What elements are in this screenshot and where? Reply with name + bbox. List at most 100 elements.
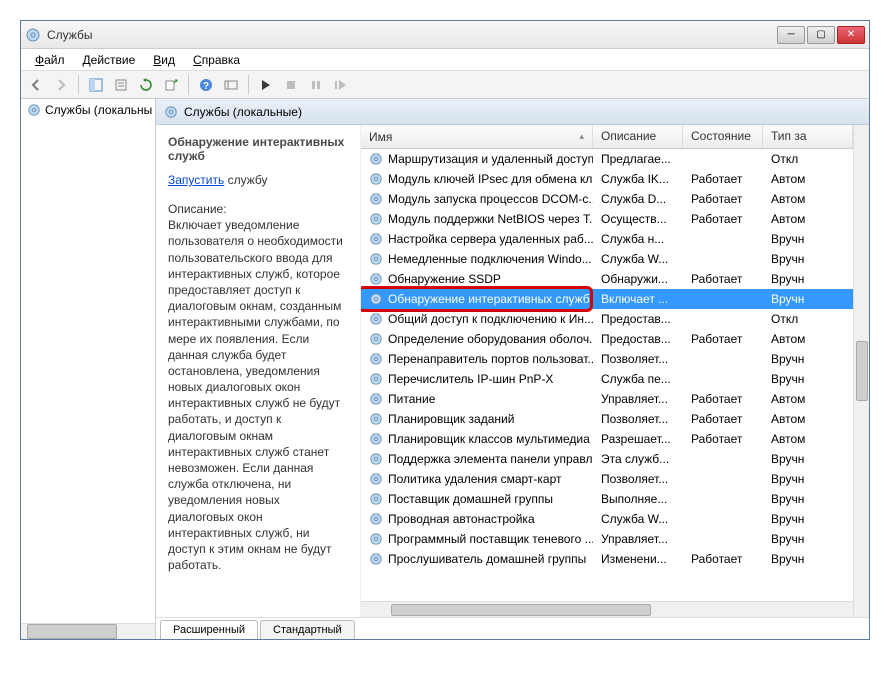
list-vscrollbar[interactable] bbox=[853, 125, 869, 617]
service-row[interactable]: Перенаправитель портов пользоват...Позво… bbox=[361, 349, 853, 369]
service-row[interactable]: Настройка сервера удаленных раб...Служба… bbox=[361, 229, 853, 249]
service-type-cell: Автом bbox=[763, 410, 853, 428]
service-row[interactable]: Общий доступ к подключению к Ин...Предос… bbox=[361, 309, 853, 329]
service-row[interactable]: Поддержка элемента панели управл...Эта с… bbox=[361, 449, 853, 469]
service-state-cell bbox=[683, 537, 763, 541]
details-button[interactable] bbox=[220, 74, 242, 96]
service-name-cell: Модуль ключей IPsec для обмена кл... bbox=[361, 170, 593, 188]
titlebar[interactable]: Службы ─ ▢ ✕ bbox=[21, 21, 869, 49]
toolbar: ? bbox=[21, 71, 869, 99]
service-row[interactable]: Прослушиватель домашней группыИзменени..… bbox=[361, 549, 853, 569]
services-window: Службы ─ ▢ ✕ Файл Действие Вид Справка ? bbox=[20, 20, 870, 640]
service-name-cell: Поставщик домашней группы bbox=[361, 490, 593, 508]
column-name[interactable]: Имя▴ bbox=[361, 125, 593, 148]
services-icon bbox=[164, 105, 178, 119]
service-type-cell: Вручн bbox=[763, 490, 853, 508]
service-name-cell: Перечислитель IP-шин PnP-X bbox=[361, 370, 593, 388]
service-row[interactable]: Обнаружение интерактивных службВключает … bbox=[361, 289, 853, 309]
menu-help[interactable]: Справка bbox=[185, 51, 248, 69]
service-row[interactable]: Политика удаления смарт-картПозволяет...… bbox=[361, 469, 853, 489]
scrollbar-thumb[interactable] bbox=[391, 604, 651, 616]
column-description[interactable]: Описание bbox=[593, 125, 683, 148]
service-type-cell: Автом bbox=[763, 170, 853, 188]
refresh-button[interactable] bbox=[135, 74, 157, 96]
service-type-cell: Вручн bbox=[763, 470, 853, 488]
service-row[interactable]: Немедленные подключения Windo...Служба W… bbox=[361, 249, 853, 269]
start-service-link[interactable]: Запустить bbox=[168, 173, 224, 187]
service-row[interactable]: Обнаружение SSDPОбнаружи...РаботаетВручн bbox=[361, 269, 853, 289]
service-row[interactable]: Модуль запуска процессов DCOM-с...Служба… bbox=[361, 189, 853, 209]
service-row[interactable]: Поставщик домашней группыВыполняе...Вруч… bbox=[361, 489, 853, 509]
restart-service-button[interactable] bbox=[330, 74, 352, 96]
scrollbar-thumb[interactable] bbox=[856, 341, 868, 401]
service-rows: Маршрутизация и удаленный доступПредлага… bbox=[361, 149, 853, 601]
service-desc-cell: Разрешает... bbox=[593, 430, 683, 448]
service-state-cell bbox=[683, 257, 763, 261]
service-row[interactable]: Модуль ключей IPsec для обмена кл...Служ… bbox=[361, 169, 853, 189]
close-button[interactable]: ✕ bbox=[837, 26, 865, 44]
service-row[interactable]: Модуль поддержки NetBIOS через T...Осуще… bbox=[361, 209, 853, 229]
service-name-cell: Поддержка элемента панели управл... bbox=[361, 450, 593, 468]
menu-view[interactable]: Вид bbox=[145, 51, 183, 69]
service-row[interactable]: Планировщик классов мультимедиаРазрешает… bbox=[361, 429, 853, 449]
service-state-cell: Работает bbox=[683, 270, 763, 288]
properties-button[interactable] bbox=[110, 74, 132, 96]
column-state[interactable]: Состояние bbox=[683, 125, 763, 148]
maximize-button[interactable]: ▢ bbox=[807, 26, 835, 44]
export-button[interactable] bbox=[160, 74, 182, 96]
service-state-cell: Работает bbox=[683, 410, 763, 428]
tree-root-label: Службы (локальны bbox=[45, 103, 152, 117]
service-row[interactable]: Планировщик заданийПозволяет...РаботаетА… bbox=[361, 409, 853, 429]
service-row[interactable]: Проводная автонастройкаСлужба W...Вручн bbox=[361, 509, 853, 529]
tree-root-item[interactable]: Службы (локальны bbox=[21, 99, 155, 121]
service-state-cell: Работает bbox=[683, 210, 763, 228]
services-icon bbox=[25, 27, 41, 43]
service-type-cell: Автом bbox=[763, 210, 853, 228]
menu-file[interactable]: Файл bbox=[27, 51, 73, 69]
service-row[interactable]: ПитаниеУправляет...РаботаетАвтом bbox=[361, 389, 853, 409]
start-service-button[interactable] bbox=[255, 74, 277, 96]
svg-text:?: ? bbox=[203, 81, 209, 92]
service-row[interactable]: Маршрутизация и удаленный доступПредлага… bbox=[361, 149, 853, 169]
services-icon bbox=[27, 103, 41, 117]
service-name-cell: Планировщик заданий bbox=[361, 410, 593, 428]
back-button[interactable] bbox=[25, 74, 47, 96]
menu-action[interactable]: Действие bbox=[75, 51, 144, 69]
start-service-line: Запустить службу bbox=[168, 173, 348, 187]
tab-standard[interactable]: Стандартный bbox=[260, 620, 355, 639]
service-row[interactable]: Определение оборудования оболоч...Предос… bbox=[361, 329, 853, 349]
service-name-cell: Немедленные подключения Windo... bbox=[361, 250, 593, 268]
service-desc-cell: Эта служб... bbox=[593, 450, 683, 468]
tree-pane: Службы (локальны bbox=[21, 99, 156, 639]
show-pane-button[interactable] bbox=[85, 74, 107, 96]
help-button[interactable]: ? bbox=[195, 74, 217, 96]
list-hscrollbar[interactable] bbox=[361, 601, 853, 617]
service-type-cell: Вручн bbox=[763, 370, 853, 388]
stop-service-button[interactable] bbox=[280, 74, 302, 96]
service-state-cell: Работает bbox=[683, 330, 763, 348]
service-row[interactable]: Перечислитель IP-шин PnP-XСлужба пе...Вр… bbox=[361, 369, 853, 389]
service-desc-cell: Управляет... bbox=[593, 530, 683, 548]
minimize-button[interactable]: ─ bbox=[777, 26, 805, 44]
tab-extended[interactable]: Расширенный bbox=[160, 620, 258, 639]
service-state-cell bbox=[683, 457, 763, 461]
service-name-cell: Модуль запуска процессов DCOM-с... bbox=[361, 190, 593, 208]
service-desc-cell: Предостав... bbox=[593, 330, 683, 348]
column-type[interactable]: Тип за bbox=[763, 125, 853, 148]
service-type-cell: Автом bbox=[763, 390, 853, 408]
forward-button[interactable] bbox=[50, 74, 72, 96]
service-desc-cell: Изменени... bbox=[593, 550, 683, 568]
details-pane: Обнаружение интерактивных служб Запустит… bbox=[156, 125, 361, 617]
tree-hscrollbar[interactable] bbox=[21, 623, 155, 639]
service-list-pane: Имя▴ Описание Состояние Тип за Маршрутиз… bbox=[361, 125, 853, 617]
service-type-cell: Автом bbox=[763, 330, 853, 348]
service-state-cell bbox=[683, 477, 763, 481]
service-state-cell bbox=[683, 317, 763, 321]
toolbar-divider bbox=[188, 75, 189, 95]
scrollbar-thumb[interactable] bbox=[27, 624, 117, 639]
pause-service-button[interactable] bbox=[305, 74, 327, 96]
details-title: Обнаружение интерактивных служб bbox=[168, 135, 348, 163]
service-desc-cell: Осуществ... bbox=[593, 210, 683, 228]
service-row[interactable]: Программный поставщик теневого ...Управл… bbox=[361, 529, 853, 549]
service-name-cell: Перенаправитель портов пользоват... bbox=[361, 350, 593, 368]
